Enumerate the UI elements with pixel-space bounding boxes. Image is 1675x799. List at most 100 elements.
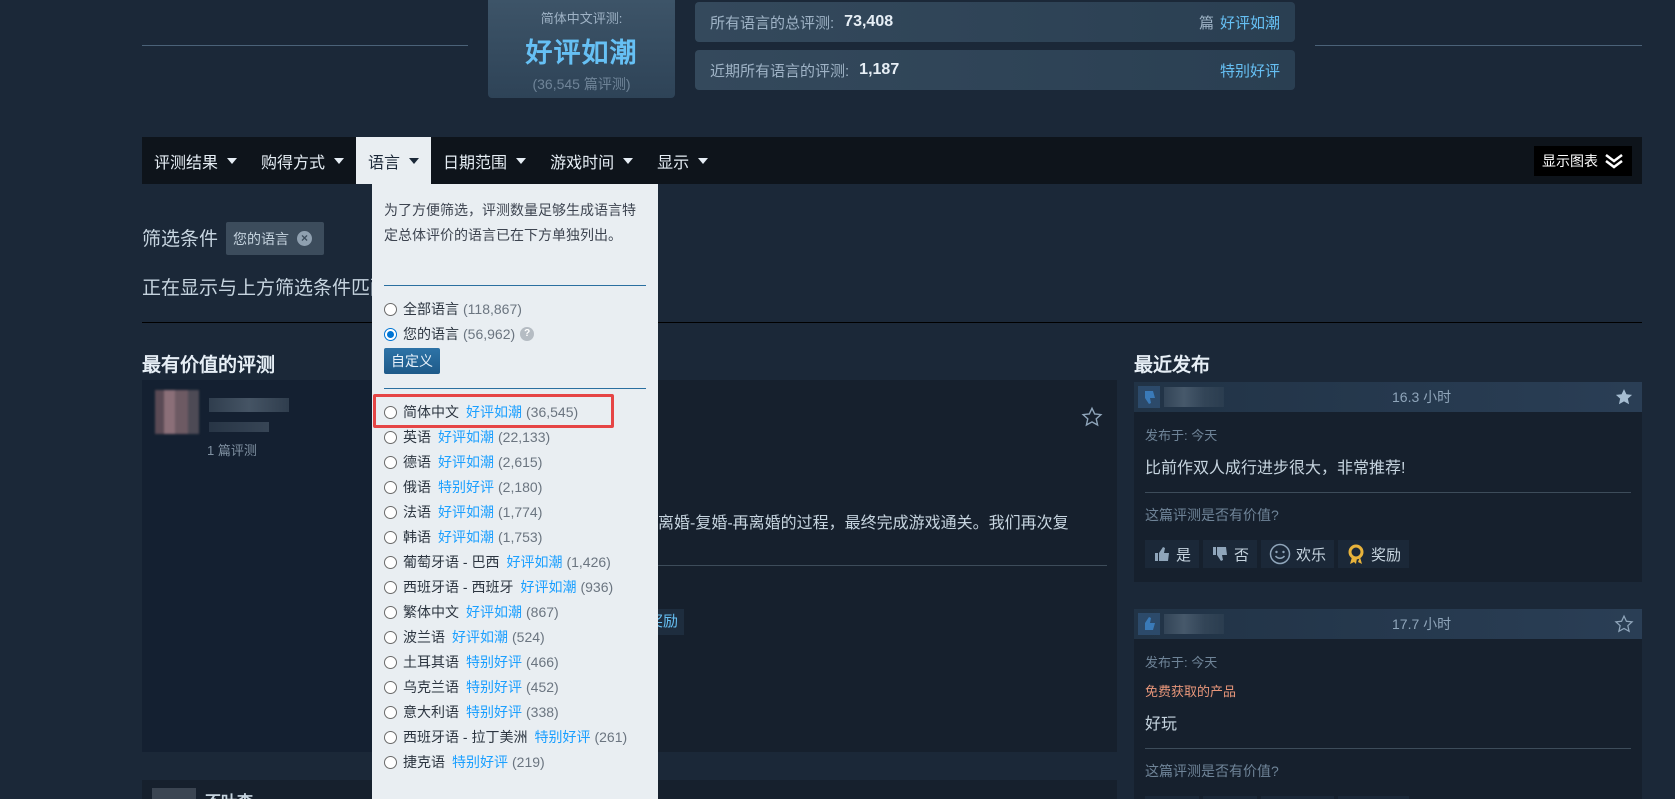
- radio-button[interactable]: [384, 302, 397, 316]
- language-rating[interactable]: 好评如潮: [438, 502, 494, 522]
- language-option[interactable]: 西班牙语 - 拉丁美洲 特别好评 (261): [384, 727, 627, 747]
- caret-down-icon: [409, 157, 420, 164]
- recent-review-header: 17.7 小时: [1134, 609, 1642, 639]
- language-rating[interactable]: 好评如潮: [466, 602, 522, 622]
- award-button[interactable]: 奖励: [1338, 540, 1410, 568]
- language-option[interactable]: 捷克语 特别好评 (219): [384, 752, 545, 772]
- language-rating[interactable]: 特别好评: [466, 677, 522, 697]
- show-chart-button[interactable]: 显示图表: [1534, 145, 1632, 176]
- language-count: (36,545): [526, 404, 579, 420]
- vote-yes-button[interactable]: 是: [1145, 540, 1200, 568]
- language-rating[interactable]: 特别好评: [466, 652, 522, 672]
- radio-button[interactable]: [384, 480, 397, 494]
- help-icon[interactable]: ?: [520, 327, 535, 341]
- all-reviews-rating-text: 好评如潮: [1219, 14, 1280, 32]
- radio-button[interactable]: [384, 730, 397, 744]
- menu-playtime[interactable]: 游戏时间: [538, 137, 645, 184]
- all-reviews-rating[interactable]: 篇好评如潮: [1199, 12, 1280, 33]
- radio-button[interactable]: [384, 705, 397, 719]
- recent-reviews-rating[interactable]: 特别好评: [1220, 60, 1280, 81]
- language-rating[interactable]: 特别好评: [466, 702, 522, 722]
- language-review-summary: 简体中文评测: 好评如潮 (36,545 篇评测): [488, 0, 675, 98]
- author-name-pixelated[interactable]: [1164, 387, 1224, 407]
- language-option[interactable]: 土耳其语 特别好评 (466): [384, 652, 559, 672]
- language-option[interactable]: 乌克兰语 特别好评 (452): [384, 677, 559, 697]
- menu-display[interactable]: 显示: [645, 137, 720, 184]
- vote-no-button[interactable]: 否: [1203, 540, 1258, 568]
- radio-all-languages[interactable]: 全部语言 (118,867): [384, 299, 522, 319]
- language-rating[interactable]: 好评如潮: [466, 402, 522, 422]
- language-option[interactable]: 葡萄牙语 - 巴西 好评如潮 (1,426): [384, 552, 611, 572]
- language-count: (2,615): [498, 454, 543, 470]
- language-option[interactable]: 波兰语 好评如潮 (524): [384, 627, 545, 647]
- language-option[interactable]: 俄语 特别好评 (2,180): [384, 477, 542, 497]
- radio-button[interactable]: [384, 655, 397, 669]
- language-option[interactable]: 简体中文 好评如潮 (36,545): [384, 402, 578, 422]
- language-rating[interactable]: 好评如潮: [520, 577, 576, 597]
- radio-button[interactable]: [384, 505, 397, 519]
- thumb-up-icon: [1138, 613, 1160, 635]
- radio-button[interactable]: [384, 530, 397, 544]
- menu-review-type[interactable]: 评测结果: [142, 137, 249, 184]
- radio-button[interactable]: [384, 455, 397, 469]
- summary-label: 简体中文评测:: [540, 11, 623, 26]
- close-icon[interactable]: ×: [297, 231, 312, 246]
- language-option[interactable]: 法语 好评如潮 (1,774): [384, 502, 542, 522]
- language-option[interactable]: 繁体中文 好评如潮 (867): [384, 602, 559, 622]
- all-reviews-bar: 所有语言的总评测: 73,408 篇好评如潮: [695, 2, 1295, 42]
- language-option[interactable]: 意大利语 特别好评 (338): [384, 702, 559, 722]
- language-rating[interactable]: 好评如潮: [438, 527, 494, 547]
- language-rating[interactable]: 特别好评: [438, 477, 494, 497]
- language-rating[interactable]: 好评如潮: [506, 552, 562, 572]
- review-divider: [1145, 492, 1631, 493]
- star-outline-icon[interactable]: [1614, 614, 1634, 634]
- author-meta-pixelated: [209, 422, 269, 432]
- language-option[interactable]: 西班牙语 - 西班牙 好评如潮 (936): [384, 577, 613, 597]
- caret-down-icon: [334, 157, 345, 164]
- radio-button[interactable]: [384, 755, 397, 769]
- menu-date-range[interactable]: 日期范围: [431, 137, 538, 184]
- language-option[interactable]: 韩语 好评如潮 (1,753): [384, 527, 542, 547]
- language-option[interactable]: 英语 好评如潮 (22,133): [384, 427, 550, 447]
- language-rating[interactable]: 好评如潮: [438, 452, 494, 472]
- radio-button[interactable]: [384, 580, 397, 594]
- vote-funny-button[interactable]: 欢乐: [1261, 540, 1335, 568]
- language-option[interactable]: 德语 好评如潮 (2,615): [384, 452, 542, 472]
- star-filled-icon[interactable]: [1614, 387, 1634, 407]
- avatar[interactable]: [155, 390, 199, 434]
- radio-button-selected[interactable]: [384, 327, 397, 341]
- recent-review-text: 比前作双人成行进步很大，非常推荐!: [1145, 460, 1406, 477]
- filter-chip-your-language[interactable]: 您的语言 ×: [226, 222, 324, 255]
- menu-date-range-label: 日期范围: [443, 154, 508, 172]
- radio-button[interactable]: [384, 555, 397, 569]
- recent-reviews-bar: 近期所有语言的评测: 1,187 特别好评: [695, 50, 1295, 90]
- radio-button[interactable]: [384, 430, 397, 444]
- language-rating[interactable]: 特别好评: [534, 727, 590, 747]
- radio-button[interactable]: [384, 680, 397, 694]
- author-name-pixelated[interactable]: [1164, 614, 1224, 634]
- menu-language-label: 语言: [368, 154, 401, 172]
- caret-down-icon: [623, 157, 634, 164]
- menu-purchase-type[interactable]: 购得方式: [249, 137, 356, 184]
- radio-button[interactable]: [384, 605, 397, 619]
- customize-button[interactable]: 自定义: [384, 348, 440, 374]
- next-review-author[interactable]: 不叶李: [205, 788, 253, 799]
- author-reviews-count[interactable]: 1 篇评测: [207, 440, 257, 459]
- language-dropdown: 为了方便筛选，评测数量足够生成语言特定总体评价的语言已在下方单独列出。 全部语言…: [372, 184, 658, 799]
- dropdown-divider: [384, 388, 646, 389]
- avatar[interactable]: [152, 788, 196, 799]
- radio-your-languages[interactable]: 您的语言 (56,962) ?: [384, 324, 535, 344]
- language-rating[interactable]: 特别好评: [452, 752, 508, 772]
- language-count: (524): [512, 629, 545, 645]
- radio-button[interactable]: [384, 630, 397, 644]
- radio-button[interactable]: [384, 405, 397, 419]
- language-rating[interactable]: 好评如潮: [452, 627, 508, 647]
- language-name: 葡萄牙语 - 巴西: [403, 554, 500, 570]
- menu-language[interactable]: 语言: [356, 137, 432, 184]
- star-outline-icon[interactable]: [1081, 406, 1103, 428]
- language-count: (261): [594, 729, 628, 745]
- author-name-pixelated[interactable]: [209, 398, 289, 412]
- recent-reviews-value: 1,187: [859, 61, 900, 78]
- language-rating[interactable]: 好评如潮: [438, 427, 494, 447]
- recent-review-header: 16.3 小时: [1134, 382, 1642, 412]
